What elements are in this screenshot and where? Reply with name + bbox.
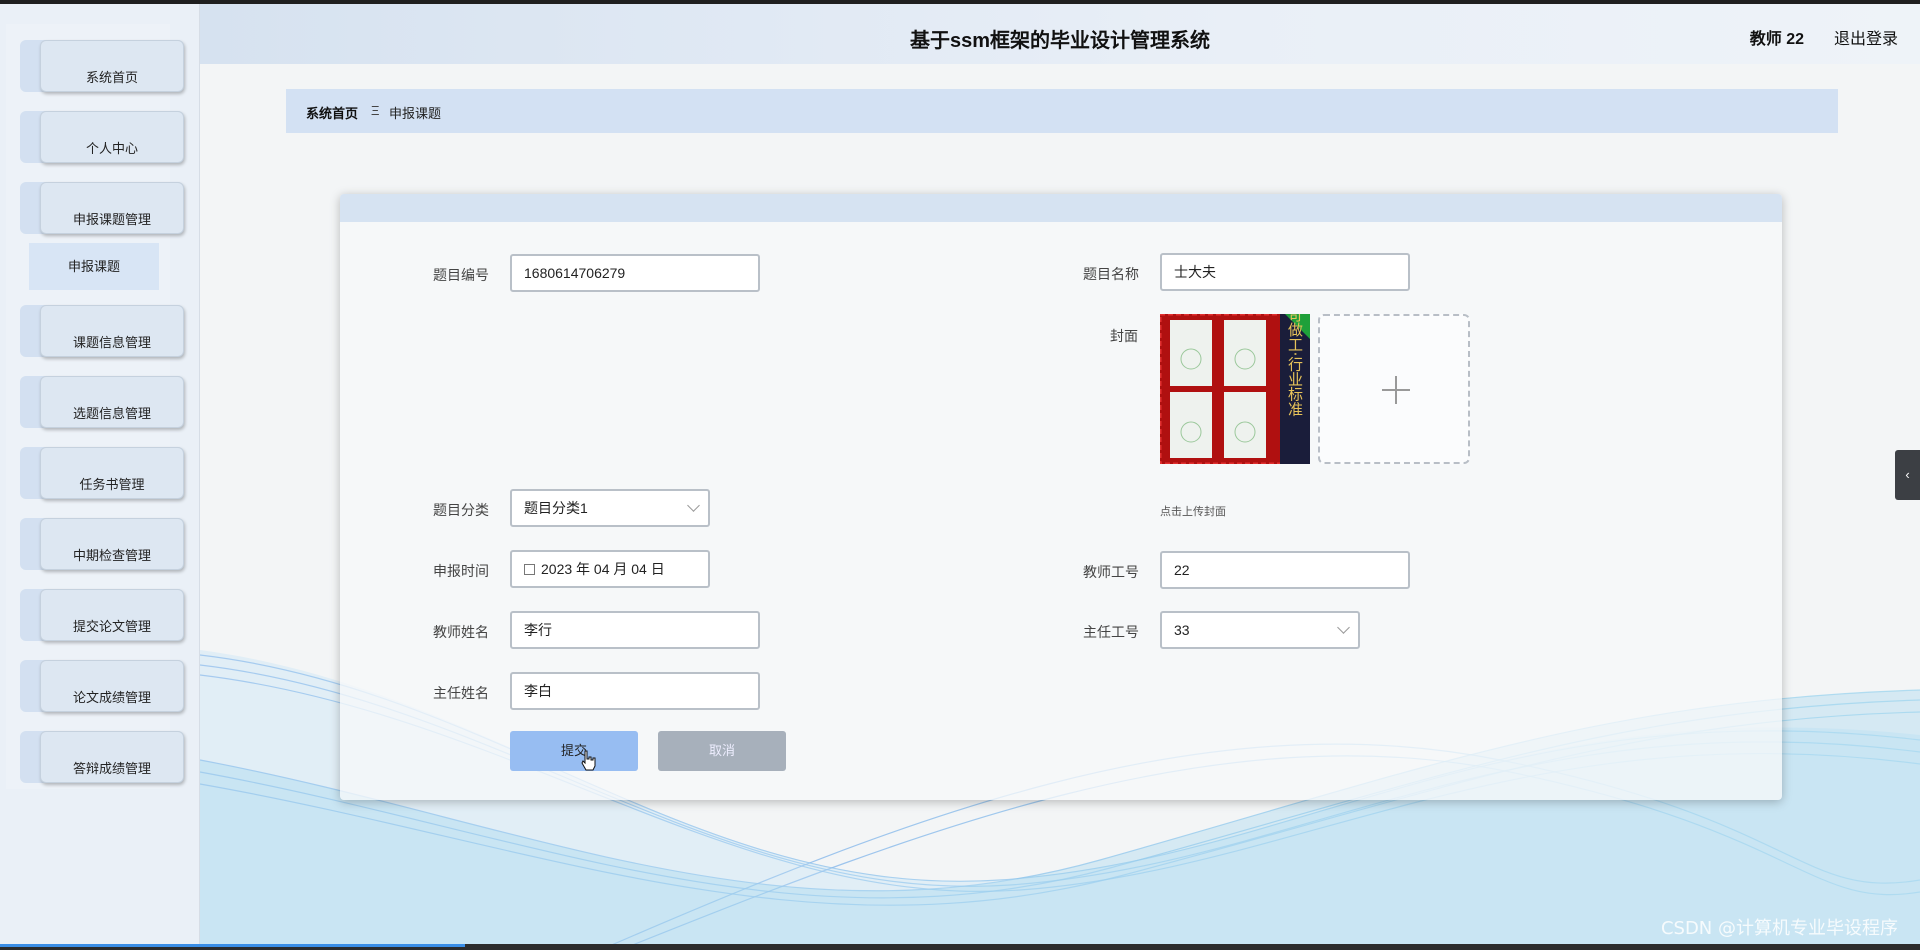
topic-no-label: 题目编号 xyxy=(433,267,489,283)
cover-upload-box[interactable] xyxy=(1318,314,1470,464)
breadcrumb-separator: Ξ xyxy=(371,103,380,118)
cancel-button[interactable]: 取消 xyxy=(658,731,786,771)
director-no-select[interactable]: 33 xyxy=(1160,611,1360,649)
sidebar-item-thesis: 提交论文管理 xyxy=(20,589,184,641)
sidebar-item-topic-apply: 申报课题管理 xyxy=(20,182,184,234)
calendar-icon xyxy=(524,564,535,575)
window-top-edge xyxy=(0,0,1920,4)
sidebar-item-selection: 选题信息管理 xyxy=(20,376,184,428)
teacher-name-label: 教师姓名 xyxy=(433,624,489,640)
sidebar-item-label: 申报课题管理 xyxy=(72,212,151,227)
current-user: 教师 22 xyxy=(1749,31,1804,48)
sidebar-item-profile: 个人中心 xyxy=(20,111,184,163)
sidebar-item-home: 系统首页 xyxy=(20,40,184,92)
sidebar: 系统首页 个人中心 申报课题管理 申报课题 课题信息管理 选题信息管理 任务书管… xyxy=(0,4,200,944)
window-bottom-edge xyxy=(0,944,1920,950)
chevron-down-icon xyxy=(1337,621,1350,634)
logout-link[interactable]: 退出登录 xyxy=(1834,25,1898,49)
topic-no-input[interactable]: 1680614706279 xyxy=(510,254,760,292)
breadcrumb: 系统首页 Ξ 申报课题 xyxy=(286,89,1838,133)
sidebar-item-midterm: 中期检查管理 xyxy=(20,518,184,570)
sidebar-button-midterm[interactable]: 中期检查管理 xyxy=(40,518,184,570)
sidebar-item-label: 论文成绩管理 xyxy=(72,690,151,705)
plus-icon xyxy=(1382,376,1410,404)
sidebar-item-label: 选题信息管理 xyxy=(72,406,151,421)
breadcrumb-current: 申报课题 xyxy=(389,106,442,121)
topic-name-label: 题目名称 xyxy=(1083,266,1139,282)
sidebar-item-label: 答辩成绩管理 xyxy=(72,761,151,776)
header-bar: 基于ssm框架的毕业设计管理系统 教师 22 退出登录 xyxy=(200,4,1920,64)
sidebar-item-label: 任务书管理 xyxy=(79,477,145,492)
sidebar-item-thesis-score: 论文成绩管理 xyxy=(20,660,184,712)
cover-upload-hint: 点击上传封面 xyxy=(1160,506,1226,518)
sidebar-item-label: 课题信息管理 xyxy=(72,335,151,350)
cover-image[interactable]: 严苛做工·行业标准 xyxy=(1160,314,1310,464)
sidebar-button-thesis[interactable]: 提交论文管理 xyxy=(40,589,184,641)
sidebar-button-thesis-score[interactable]: 论文成绩管理 xyxy=(40,660,184,712)
director-name-input[interactable]: 李白 xyxy=(510,672,760,710)
sidebar-button-topic-apply[interactable]: 申报课题管理 xyxy=(40,182,184,234)
category-select[interactable]: 题目分类1 xyxy=(510,489,710,527)
sidebar-item-defense-score: 答辩成绩管理 xyxy=(20,731,184,783)
sidebar-item-label: 中期检查管理 xyxy=(72,548,151,563)
sidebar-button-home[interactable]: 系统首页 xyxy=(40,40,184,92)
hand-cursor-icon xyxy=(581,750,596,771)
sidebar-item-label: 提交论文管理 xyxy=(72,619,151,634)
progress-indicator xyxy=(0,944,465,947)
sidebar-button-task-book[interactable]: 任务书管理 xyxy=(40,447,184,499)
director-no-value: 33 xyxy=(1174,622,1190,638)
director-no-label: 主任工号 xyxy=(1083,624,1139,640)
category-label: 题目分类 xyxy=(433,502,489,518)
cover-label: 封面 xyxy=(1110,328,1138,344)
breadcrumb-home[interactable]: 系统首页 xyxy=(306,103,358,122)
watermark: CSDN @计算机专业毕设程序 xyxy=(1660,918,1898,939)
topic-name-input[interactable]: 士大夫 xyxy=(1160,253,1410,291)
category-value: 题目分类1 xyxy=(524,500,588,516)
sidebar-item-label: 个人中心 xyxy=(85,141,138,156)
sidebar-subitem-apply-topic[interactable]: 申报课题 xyxy=(29,243,159,290)
apply-time-picker[interactable]: 2023 年 04 月 04 日 xyxy=(510,550,710,588)
sidebar-button-selection[interactable]: 选题信息管理 xyxy=(40,376,184,428)
teacher-no-label: 教师工号 xyxy=(1083,564,1139,580)
chevron-down-icon xyxy=(687,499,700,512)
side-panel-toggle[interactable]: ‹ xyxy=(1895,450,1920,500)
submit-button[interactable]: 提交 xyxy=(510,731,638,771)
director-name-label: 主任姓名 xyxy=(433,685,489,701)
sidebar-button-defense-score[interactable]: 答辩成绩管理 xyxy=(40,731,184,783)
sidebar-item-task-book: 任务书管理 xyxy=(20,447,184,499)
apply-time-value: 2023 年 04 月 04 日 xyxy=(541,561,665,577)
teacher-name-input[interactable]: 李行 xyxy=(510,611,760,649)
teacher-no-input[interactable]: 22 xyxy=(1160,551,1410,589)
apply-time-label: 申报时间 xyxy=(433,563,489,579)
cover-image-text: 严苛做工·行业标准 xyxy=(1286,314,1304,417)
app-title: 基于ssm框架的毕业设计管理系统 xyxy=(909,30,1211,52)
sidebar-item-topic-info: 课题信息管理 xyxy=(20,305,184,357)
sidebar-button-profile[interactable]: 个人中心 xyxy=(40,111,184,163)
form-card-header xyxy=(340,194,1782,222)
sidebar-item-label: 系统首页 xyxy=(85,70,138,85)
sidebar-button-topic-info[interactable]: 课题信息管理 xyxy=(40,305,184,357)
